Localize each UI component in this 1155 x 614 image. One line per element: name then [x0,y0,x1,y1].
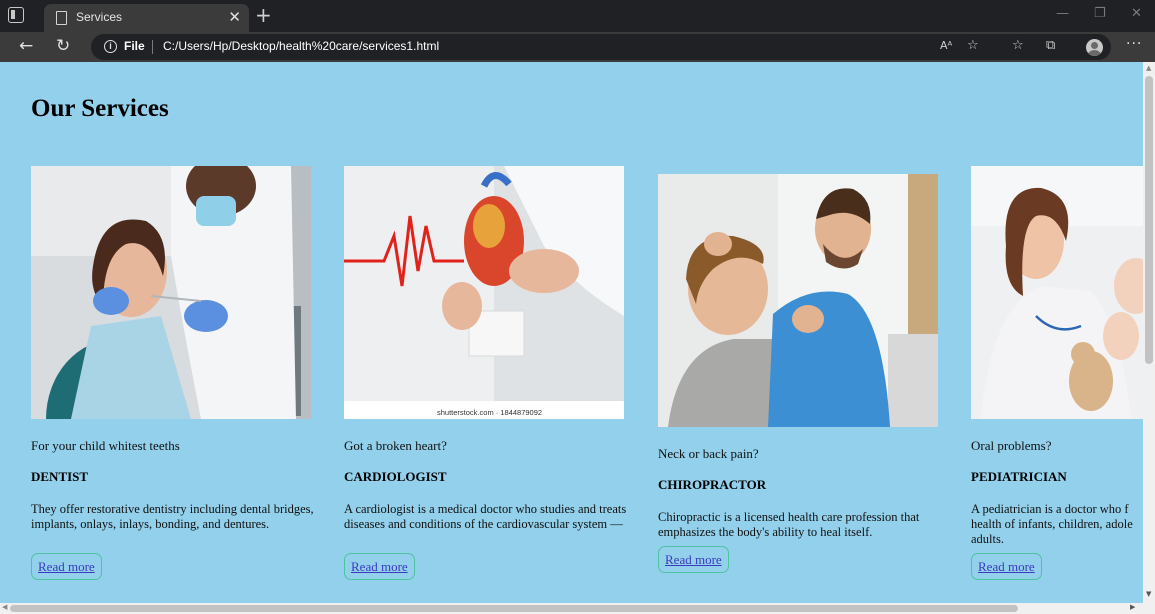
dentist-image [31,166,311,419]
collections-icon[interactable]: ⧉ [1046,37,1055,55]
add-favorite-icon[interactable]: ☆ [967,37,979,55]
card-name: PEDIATRICIAN [971,469,1067,484]
address-separator [152,40,153,54]
close-tab-icon[interactable]: ✕ [228,7,241,27]
restore-icon[interactable]: ❐ [1094,6,1106,21]
scroll-down-icon[interactable]: ▼ [1146,590,1151,598]
profile-icon[interactable] [1086,39,1103,56]
card-description: Chiropractic is a licensed health care p… [658,510,920,539]
browser-toolbar: ← ↻ i File C:/Users/Hp/Desktop/health%20… [0,32,1155,62]
read-aloud-icon[interactable]: Aᴬ [940,37,952,55]
read-more-link[interactable]: Read more [31,553,102,580]
tab-actions-icon[interactable] [8,7,24,23]
vertical-scroll-thumb[interactable] [1145,76,1153,364]
page-viewport: Our Services For your child whitest teet… [0,62,1143,603]
card-subtitle: Neck or back pain? [658,446,759,461]
info-icon[interactable]: i [104,40,117,53]
card-name: CHIROPRACTOR [658,477,767,492]
active-tab[interactable]: Services ✕ [44,4,249,32]
cardiologist-image: shutterstock.com · 1844879092 [344,166,624,419]
more-icon[interactable]: ··· [1126,36,1142,52]
back-icon[interactable]: ← [19,35,33,57]
file-label: File [124,39,145,53]
card-subtitle: Oral problems? [971,438,1052,453]
card-description: A pediatrician is a doctor who f health … [971,502,1133,546]
favorites-icon[interactable]: ☆ [1012,37,1024,55]
read-more-link[interactable]: Read more [344,553,415,580]
vertical-scrollbar[interactable]: ▲ ▼ [1143,62,1155,603]
read-more-link[interactable]: Read more [658,546,729,573]
tab-title: Services [76,10,123,24]
horizontal-scrollbar[interactable]: ◀ ▶ [0,603,1155,614]
horizontal-scroll-thumb[interactable] [10,605,1018,612]
card-name: DENTIST [31,469,89,484]
page-icon [56,11,67,25]
read-more-link[interactable]: Read more [971,553,1042,580]
card-subtitle: For your child whitest teeths [31,438,180,453]
tab-strip: Services ✕ + — ❐ ✕ [0,0,1155,32]
scroll-up-icon[interactable]: ▲ [1146,64,1151,72]
close-window-icon[interactable]: ✕ [1131,6,1142,21]
card-description: A cardiologist is a medical doctor who s… [344,502,627,531]
refresh-icon[interactable]: ↻ [56,35,70,57]
page-title: Our Services [31,95,169,122]
new-tab-icon[interactable]: + [255,3,272,27]
card-name: CARDIOLOGIST [344,469,447,484]
pediatrician-image [971,166,1143,419]
address-bar[interactable]: i File C:/Users/Hp/Desktop/health%20care… [91,34,1111,60]
minimize-icon[interactable]: — [1056,6,1069,21]
image-caption: shutterstock.com · 1844879092 [437,408,542,417]
card-subtitle: Got a broken heart? [344,438,447,453]
scroll-left-icon[interactable]: ◀ [2,603,7,611]
chiropractor-image [658,174,938,427]
card-description: They offer restorative dentistry includi… [31,502,314,531]
scroll-right-icon[interactable]: ▶ [1130,603,1135,611]
url-text[interactable]: C:/Users/Hp/Desktop/health%20care/servic… [163,39,439,53]
